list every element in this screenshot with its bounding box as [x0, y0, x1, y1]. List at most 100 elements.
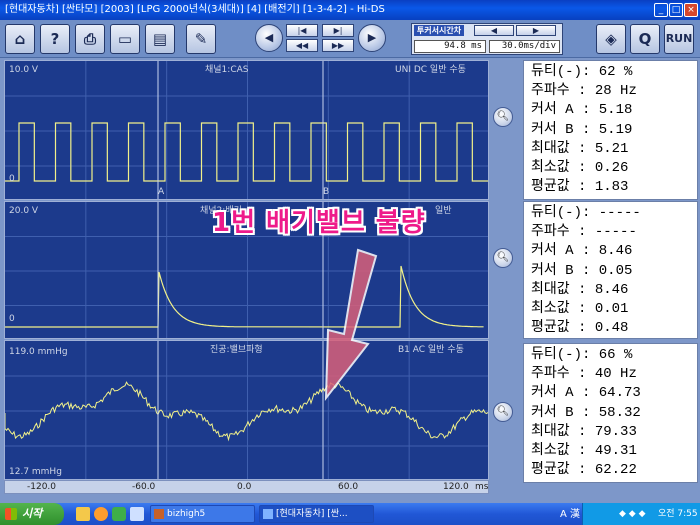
channel3-scale: 119.0 mmHg [9, 347, 68, 357]
info-row: 커서 A : 8.46 [531, 243, 633, 260]
time-unit: ms [475, 482, 489, 492]
home-button[interactable]: ⌂ [5, 24, 35, 54]
task-label: bizhigh5 [167, 509, 206, 519]
info-row: 듀티(-): ----- [531, 205, 641, 221]
channel1-info: 듀티(-): 62 % 주파수 : 28 Hz 커서 A : 5.18 커서 B… [523, 60, 698, 200]
help-icon: ? [50, 30, 60, 48]
scope-settings-button[interactable]: ✎ [186, 24, 216, 54]
monitor-icon: ▭ [117, 30, 133, 48]
cursor-right-button[interactable]: ▶ [516, 25, 556, 36]
cursor-a-marker: A [158, 187, 165, 197]
app-icon [263, 509, 273, 519]
info-row: 최소값 : 0.01 [531, 300, 629, 317]
channel1-panel: 10.0 V 채널1:CAS UNI DC 일반 수동 0 A B [4, 60, 489, 200]
channel1-waveform [5, 61, 488, 199]
info-row: 최대값 : 8.46 [531, 281, 629, 298]
home-icon: ⌂ [14, 30, 26, 48]
cursor-b-marker: B [323, 187, 330, 197]
info-row: 최소값 : 0.26 [531, 159, 629, 176]
language-indicator[interactable]: A 漢 [560, 505, 580, 520]
info-row: 평균값 : 0.48 [531, 320, 629, 337]
rewind-button[interactable]: ◀◀ [286, 39, 318, 52]
magnifier-icon: 🔍︎ [496, 111, 510, 122]
channel3-waveform [5, 341, 488, 479]
channel3-mode: B1 AC 일반 수동 [398, 345, 464, 355]
cursor-time-box: 투커서시간차 ◀ ▶ 94.8 ms 30.0ms/div [411, 23, 563, 55]
info-row: 최대값 : 5.21 [531, 140, 629, 157]
info-row: 주파수 : ----- [531, 224, 637, 241]
info-row: 평균값 : 62.22 [531, 462, 637, 479]
screen-button[interactable]: ▭ [110, 24, 140, 54]
start-label: 시작 [22, 507, 43, 520]
disk-icon: ◈ [605, 30, 617, 48]
system-tray: ◆ ◆ ◆ 오전 7:55 [582, 503, 700, 525]
skip-back-icon: |◀ [297, 26, 307, 35]
cursor-left-button[interactable]: ◀ [474, 25, 514, 36]
start-button[interactable]: 시작 [0, 503, 64, 525]
annotation-arrow [324, 248, 378, 402]
help-button[interactable]: ? [40, 24, 70, 54]
time-tick: 120.0 [443, 482, 469, 492]
rewind-icon: ◀◀ [295, 41, 309, 50]
time-tick: -120.0 [27, 482, 57, 492]
minimize-button[interactable]: _ [654, 3, 668, 17]
prev-button[interactable]: ◀ [255, 24, 283, 52]
printer-icon: ⎙ [83, 30, 96, 48]
info-row: 커서 B : 58.32 [531, 404, 641, 421]
info-row: 듀티(-): 66 % [531, 347, 633, 363]
time-axis: -120.0 -60.0 0.0 60.0 120.0 ms [4, 480, 489, 494]
clock: 오전 7:55 [658, 509, 698, 519]
close-button[interactable]: × [684, 3, 698, 17]
channel3-title: 진공:밸브파형 [210, 345, 263, 355]
time-tick: 0.0 [237, 482, 252, 492]
info-row: 커서 B : 0.05 [531, 262, 633, 279]
cursor-time-title: 투커서시간차 [414, 25, 464, 36]
disk-button[interactable]: ◈ [596, 24, 626, 54]
time-tick: 60.0 [338, 482, 359, 492]
info-row: 커서 B : 5.19 [531, 121, 633, 138]
defect-annotation: 1번 배기밸브 불량 [212, 208, 426, 238]
last-frame-button[interactable]: ▶| [322, 24, 354, 37]
forward-button[interactable]: ▶▶ [322, 39, 354, 52]
info-row: 최소값 : 49.31 [531, 442, 637, 459]
magnifier-icon: 🔍︎ [496, 252, 510, 263]
print-button[interactable]: ⎙ [75, 24, 105, 54]
channel3-bottom: 12.7 mmHg [9, 467, 62, 477]
security-icon[interactable] [112, 507, 126, 521]
channel1-zoom-button[interactable]: 🔍︎ [493, 107, 513, 127]
channel3-info: 듀티(-): 66 % 주파수 : 40 Hz 커서 A : 64.73 커서 … [523, 343, 698, 483]
windows-logo-icon [5, 508, 17, 520]
left-triangle-icon: ◀ [490, 26, 498, 35]
info-row: 듀티(-): 62 % [531, 64, 633, 80]
task-bizhigh5[interactable]: bizhigh5 [150, 505, 255, 523]
right-triangle-icon: ▶ [532, 26, 540, 35]
desktop-icon[interactable] [130, 507, 144, 521]
tray-icons: ◆ ◆ ◆ [619, 509, 646, 519]
app-icon [154, 509, 164, 519]
explorer-icon[interactable] [76, 507, 90, 521]
skip-forward-icon: ▶| [333, 26, 343, 35]
q-button[interactable]: Q [630, 24, 660, 54]
channel2-zoom-button[interactable]: 🔍︎ [493, 248, 513, 268]
task-hids[interactable]: [현대자동차] [싼... [259, 505, 374, 523]
save-data-button[interactable]: ▤ [145, 24, 175, 54]
task-label: [현대자동차] [싼... [276, 509, 348, 519]
channel2-scale: 20.0 V [9, 206, 39, 216]
next-button[interactable]: ▶ [358, 24, 386, 52]
maximize-button[interactable]: □ [669, 3, 683, 17]
info-row: 주파수 : 40 Hz [531, 366, 637, 383]
info-row: 커서 A : 5.18 [531, 102, 633, 119]
window-title: [현대자동차] [싼타모] [2003] [LPG 2000년식(3세대)] [… [0, 0, 700, 20]
taskbar: 시작 bizhigh5 [현대자동차] [싼... A 漢 ◆ ◆ ◆ 오전 7… [0, 503, 700, 525]
browser-icon[interactable] [94, 507, 108, 521]
time-difference-value: 94.8 ms [414, 40, 486, 53]
magnifier-icon: 🔍︎ [496, 406, 510, 417]
channel3-zoom-button[interactable]: 🔍︎ [493, 402, 513, 422]
run-button[interactable]: RUN [664, 24, 694, 54]
info-row: 주파수 : 28 Hz [531, 83, 637, 100]
channel2-info: 듀티(-): ----- 주파수 : ----- 커서 A : 8.46 커서 … [523, 201, 698, 339]
time-tick: -60.0 [132, 482, 156, 492]
channel1-title: 채널1:CAS [205, 65, 249, 75]
first-frame-button[interactable]: |◀ [286, 24, 318, 37]
save-icon: ▤ [152, 30, 168, 48]
